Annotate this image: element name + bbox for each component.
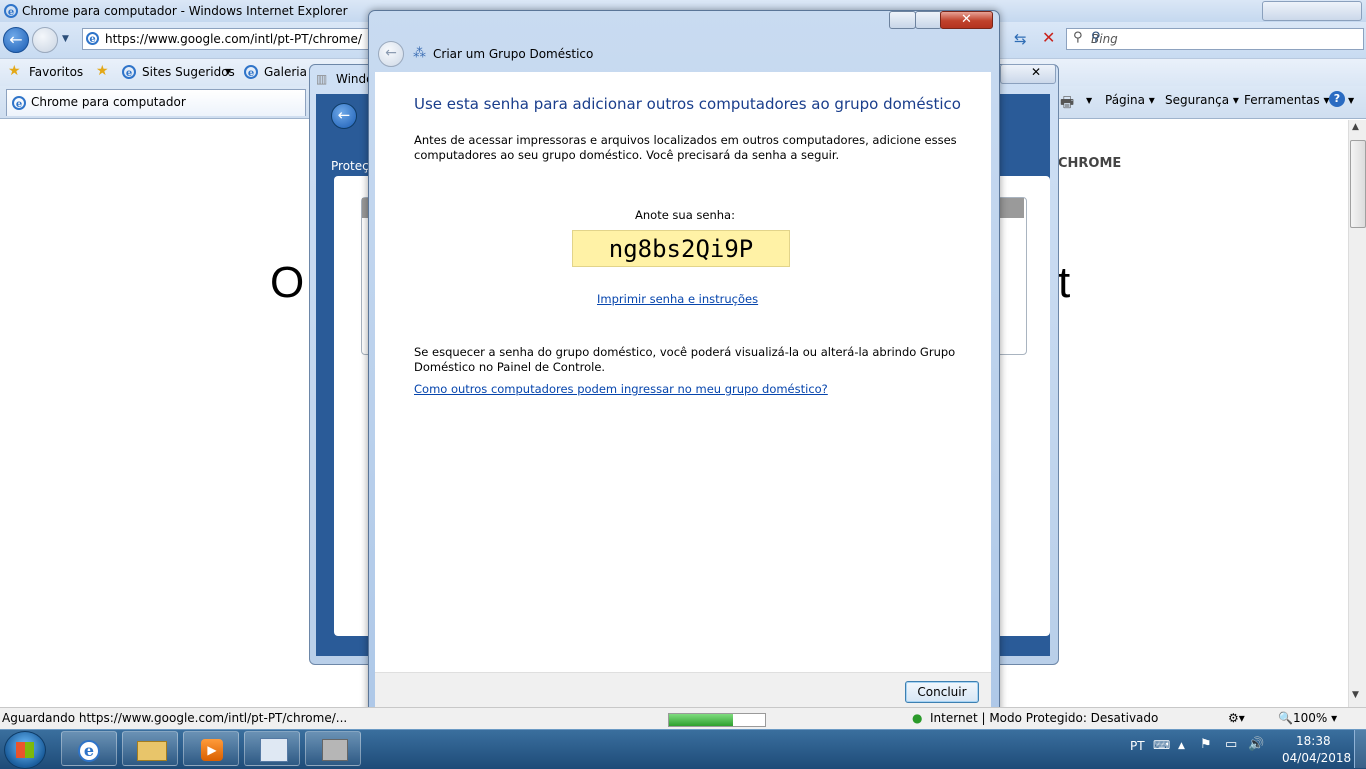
refresh-icon[interactable]: ⇆ [1014,30,1027,48]
stop-icon[interactable]: ✕ [1042,28,1055,47]
tab-icon: e [12,96,26,110]
background-close-button[interactable]: ✕ [1000,64,1056,84]
ie-taskbar-icon: e [78,740,100,762]
zoom-value: 100% [1292,711,1328,725]
browser-caption-buttons[interactable] [1262,1,1362,21]
favorites-button[interactable]: Favoritos [29,65,83,79]
language-indicator[interactable]: PT [1130,739,1145,753]
address-url: https://www.google.com/intl/pt-PT/chrome… [105,32,362,46]
chrome-nav-label[interactable]: CHROME [1058,156,1121,171]
scroll-down-icon[interactable]: ▼ [1352,690,1359,700]
help-icon[interactable]: ? [1329,91,1345,107]
search-icon: ⚲ [1073,30,1083,45]
internet-zone-icon: ● [912,711,923,725]
minimize-button[interactable] [889,11,916,29]
favorites-star-icon: ★ [8,63,21,79]
windows-logo-icon [16,742,34,758]
taskbar-castle-window[interactable] [305,731,361,766]
close-icon: ✕ [961,12,972,27]
menu-tools[interactable]: Ferramentas ▾ [1244,93,1329,107]
back-button[interactable]: ← [3,27,29,53]
tab-active[interactable]: e Chrome para computador [6,89,306,116]
background-back-button[interactable]: ← [331,103,357,129]
finish-button[interactable]: Concluir [905,681,979,703]
print-icon[interactable]: 🖶 [1060,92,1074,117]
page-heading-left: O [270,258,305,307]
action-center-icon[interactable]: ⚑ [1200,737,1212,752]
dialog-back-button[interactable]: ← [378,41,404,67]
close-button[interactable]: ✕ [940,11,993,29]
browser-window-title: Chrome para computador - Windows Interne… [22,4,348,18]
clock-time[interactable]: 18:38 [1296,734,1331,748]
maximize-button[interactable] [915,11,942,29]
search-input[interactable]: ⚲ Bing ⚲ [1066,28,1364,50]
taskbar-media-player[interactable]: ▶ [183,731,239,766]
dialog-heading: Use esta senha para adicionar outros com… [414,95,961,113]
intro-text-line2: computadores ao seu grupo doméstico. Voc… [414,148,840,162]
loading-progress-fill [669,714,733,726]
add-favorite-icon[interactable]: ★ [96,63,109,79]
password-label: Anote sua senha: [635,208,735,222]
security-zone-text[interactable]: Internet | Modo Protegido: Desativado [930,711,1158,725]
help-link[interactable]: Como outros computadores podem ingressar… [414,382,828,396]
clock-date[interactable]: 04/04/2018 [1282,751,1351,765]
address-bar[interactable]: e https://www.google.com/intl/pt-PT/chro… [82,28,374,50]
folder-icon [137,741,167,761]
status-bar: Aguardando https://www.google.com/intl/p… [0,707,1366,730]
taskbar-explorer[interactable] [122,731,178,766]
print-dropdown-icon[interactable]: ▼ [1086,96,1092,105]
start-button[interactable] [4,731,46,769]
taskbar-control-panel[interactable] [244,731,300,766]
forget-text-line2: Doméstico no Painel de Controle. [414,360,606,374]
gallery-icon: e [244,65,258,79]
print-password-link[interactable]: Imprimir senha e instruções [597,292,758,306]
castle-taskbar-icon [322,739,348,761]
status-text: Aguardando https://www.google.com/intl/p… [2,711,348,725]
tab-title: Chrome para computador [31,95,186,109]
castle-icon: ▥ [316,72,328,86]
page-icon: e [86,32,99,45]
chevron-down-icon[interactable]: ▼ [225,67,231,76]
ie-logo-icon: e [4,4,18,18]
suggested-sites-link[interactable]: Sites Sugeridos [142,65,235,79]
homegroup-icon: ⁂ [413,46,426,61]
control-panel-icon [260,738,288,762]
loading-progress-bar [668,713,766,727]
search-go-icon[interactable]: ⚲ [1091,30,1355,45]
volume-icon[interactable]: 🔊 [1248,737,1264,752]
page-heading-right: t [1058,258,1071,307]
suggested-sites-icon: e [122,65,136,79]
scroll-thumb[interactable] [1350,140,1366,228]
popup-blocker-icon[interactable]: ⚙▾ [1228,711,1245,725]
media-player-icon: ▶ [201,739,223,761]
menu-page[interactable]: Página ▾ [1105,93,1155,107]
password-display: ng8bs2Qi9P [572,230,790,267]
forget-text-line1: Se esquecer a senha do grupo doméstico, … [414,345,956,359]
keyboard-icon[interactable]: ⌨ [1153,738,1170,752]
scroll-up-icon[interactable]: ▲ [1352,122,1359,132]
forward-button[interactable] [32,27,58,53]
network-icon[interactable]: ▭ [1225,737,1237,752]
dialog-title: Criar um Grupo Doméstico [433,47,594,61]
intro-text-line1: Antes de acessar impressoras e arquivos … [414,133,957,147]
show-desktop-button[interactable] [1354,730,1366,768]
show-hidden-icons[interactable]: ▲ [1178,741,1185,751]
taskbar-ie[interactable]: e [61,731,117,766]
menu-security[interactable]: Segurança ▾ [1165,93,1239,107]
help-dropdown-icon[interactable]: ▼ [1348,96,1354,105]
history-dropdown-icon[interactable]: ▼ [62,34,69,44]
zoom-level[interactable]: 🔍100% ▾ [1278,711,1337,725]
